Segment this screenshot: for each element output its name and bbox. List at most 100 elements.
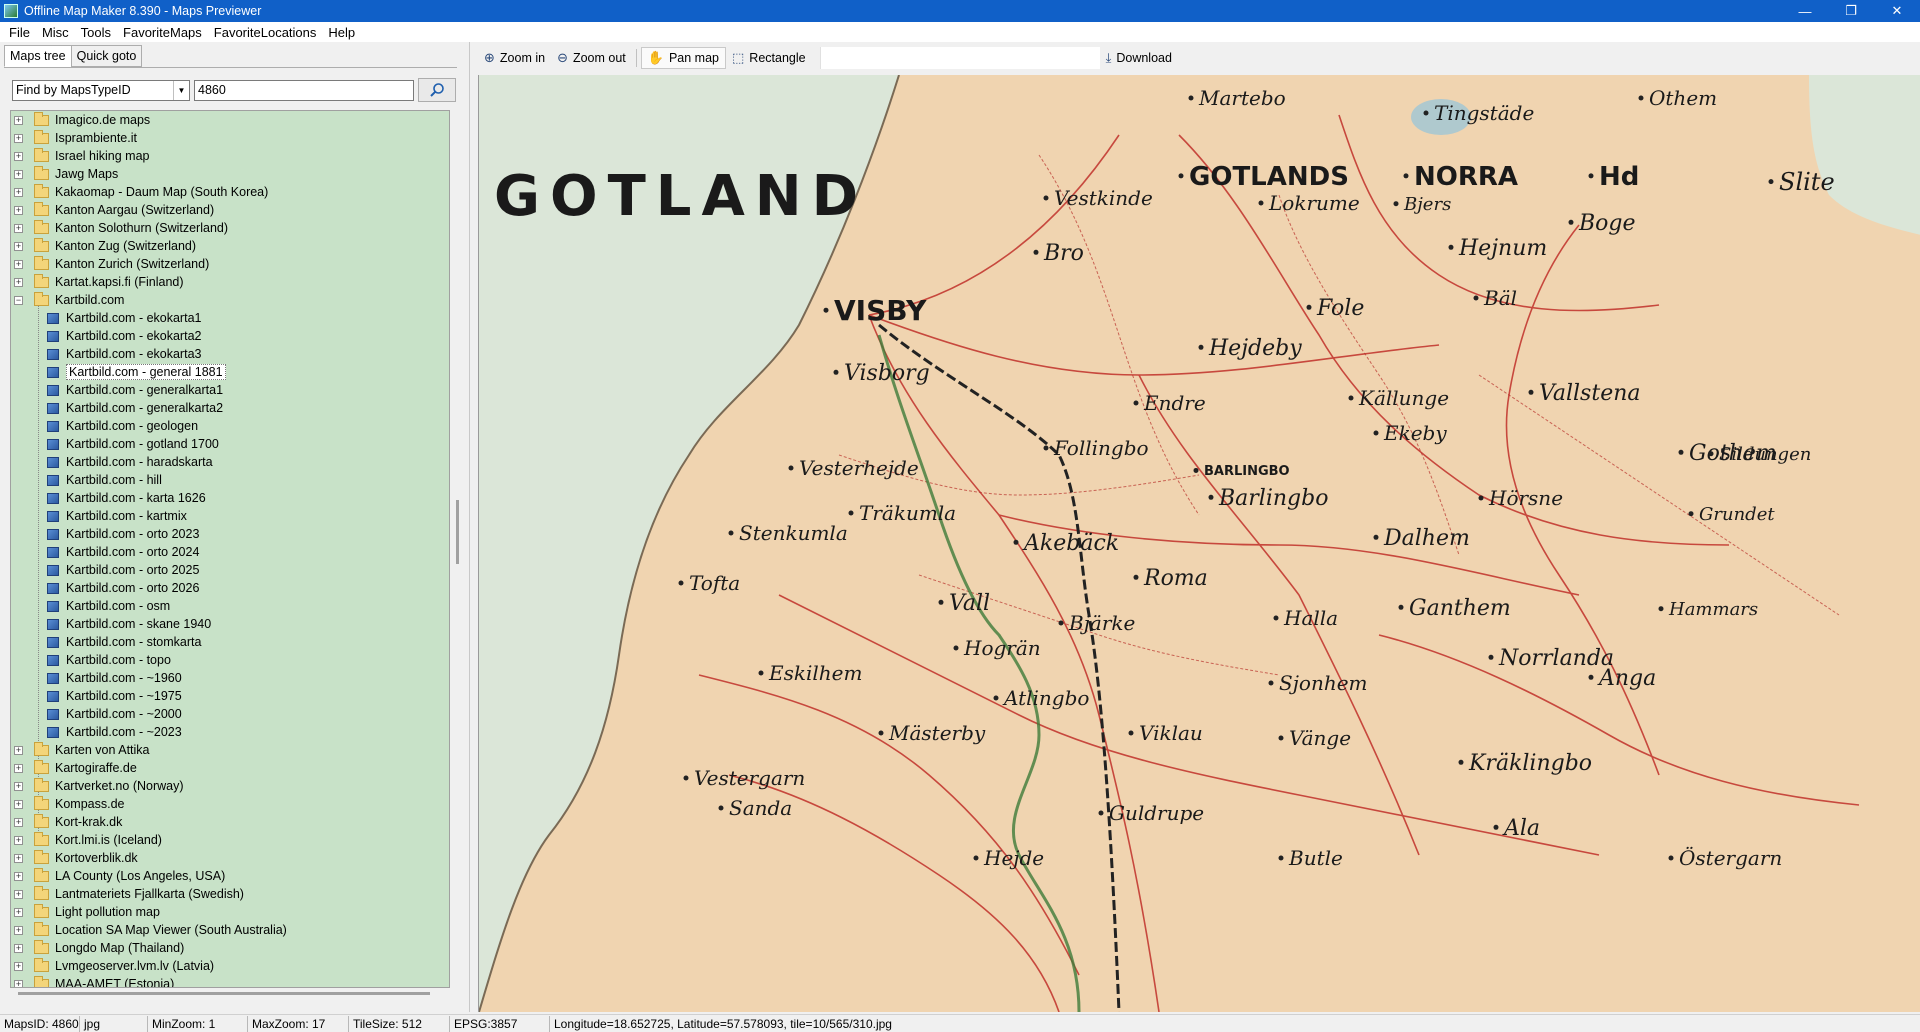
tree-map-item[interactable]: Kartbild.com - orto 2024 (11, 543, 449, 561)
tree-folder[interactable]: + Jawg Maps (11, 165, 449, 183)
tree-map-item[interactable]: Kartbild.com - ekokarta2 (11, 327, 449, 345)
tree-map-item[interactable]: Kartbild.com - hill (11, 471, 449, 489)
tree-folder[interactable]: + Kanton Zurich (Switzerland) (11, 255, 449, 273)
tree-map-item[interactable]: Kartbild.com - generalkarta2 (11, 399, 449, 417)
rectangle-button[interactable]: ⬚ Rectangle (726, 47, 812, 69)
tree-map-item[interactable]: Kartbild.com - ekokarta3 (11, 345, 449, 363)
tree-map-item[interactable]: Kartbild.com - general 1881 (11, 363, 449, 381)
expand-icon[interactable]: + (14, 961, 23, 971)
menu-file[interactable]: File (3, 25, 36, 40)
tree-folder[interactable]: + Kortoverblik.dk (11, 849, 449, 867)
expand-icon[interactable]: + (14, 781, 23, 791)
find-mode-select[interactable]: Find by MapsTypeID ▼ (12, 79, 190, 101)
expand-icon[interactable]: + (14, 169, 23, 179)
expand-icon[interactable]: + (14, 763, 23, 773)
find-button[interactable] (418, 78, 456, 102)
scrollbar-thumb[interactable] (456, 500, 459, 564)
close-button[interactable]: ✕ (1874, 0, 1920, 22)
tree-folder[interactable]: + MAA-AMET (Estonia) (11, 975, 449, 987)
tree-map-item[interactable]: Kartbild.com - ~1975 (11, 687, 449, 705)
chevron-down-icon[interactable]: ▼ (173, 80, 189, 100)
expand-icon[interactable]: + (14, 223, 23, 233)
expand-icon[interactable]: + (14, 943, 23, 953)
tree-folder[interactable]: + Kort.lmi.is (Iceland) (11, 831, 449, 849)
expand-icon[interactable]: + (14, 241, 23, 251)
tree-map-item[interactable]: Kartbild.com - skane 1940 (11, 615, 449, 633)
tab-quick-goto[interactable]: Quick goto (70, 45, 143, 67)
tree-folder[interactable]: + Kanton Aargau (Switzerland) (11, 201, 449, 219)
expand-icon[interactable]: + (14, 277, 23, 287)
tree-map-item[interactable]: Kartbild.com - ~2023 (11, 723, 449, 741)
tree-map-item[interactable]: Kartbild.com - haradskarta (11, 453, 449, 471)
maximize-button[interactable]: ❐ (1828, 0, 1874, 22)
map-canvas[interactable]: GOTLAND GOTLANDS NORRA Hd VISBY Martebo Tings… (479, 75, 1920, 1012)
expand-icon[interactable]: + (14, 835, 23, 845)
tree-map-item[interactable]: Kartbild.com - orto 2025 (11, 561, 449, 579)
tree-folder[interactable]: + Imagico.de maps (11, 111, 449, 129)
tree-folder[interactable]: + Lvmgeoserver.lvm.lv (Latvia) (11, 957, 449, 975)
tree-folder[interactable]: + Lantmateriets Fjallkarta (Swedish) (11, 885, 449, 903)
zoom-in-button[interactable]: ⊕ Zoom in (478, 47, 551, 69)
expand-icon[interactable]: + (14, 817, 23, 827)
expand-icon[interactable]: + (14, 853, 23, 863)
expand-icon[interactable]: + (14, 133, 23, 143)
tree-folder[interactable]: − Kartbild.com (11, 291, 449, 309)
menu-misc[interactable]: Misc (36, 25, 75, 40)
tree-map-item[interactable]: Kartbild.com - topo (11, 651, 449, 669)
tree-folder[interactable]: + Kompass.de (11, 795, 449, 813)
menu-help[interactable]: Help (322, 25, 361, 40)
tree-map-item[interactable]: Kartbild.com - gotland 1700 (11, 435, 449, 453)
expand-icon[interactable]: + (14, 259, 23, 269)
tree-folder[interactable]: + Kartverket.no (Norway) (11, 777, 449, 795)
tree-folder[interactable]: + Kakaomap - Daum Map (South Korea) (11, 183, 449, 201)
tree-folder[interactable]: + Longdo Map (Thailand) (11, 939, 449, 957)
collapse-icon[interactable]: − (14, 295, 23, 305)
expand-icon[interactable]: + (14, 925, 23, 935)
minimize-button[interactable]: — (1782, 0, 1828, 22)
zoom-out-button[interactable]: ⊖ Zoom out (551, 47, 632, 69)
find-input[interactable] (194, 79, 414, 101)
tree-folder[interactable]: + Light pollution map (11, 903, 449, 921)
pan-map-button[interactable]: ✋ Pan map (640, 47, 726, 69)
tree-map-item[interactable]: Kartbild.com - kartmix (11, 507, 449, 525)
tree-folder[interactable]: + Kartogiraffe.de (11, 759, 449, 777)
tree-folder[interactable]: + Kanton Zug (Switzerland) (11, 237, 449, 255)
menu-favorite-locations[interactable]: FavoriteLocations (208, 25, 323, 40)
tree-map-item[interactable]: Kartbild.com - karta 1626 (11, 489, 449, 507)
download-button[interactable]: ⤓ Download (1100, 47, 1178, 69)
expand-icon[interactable]: + (14, 907, 23, 917)
tree-folder[interactable]: + Kanton Solothurn (Switzerland) (11, 219, 449, 237)
tree-map-item[interactable]: Kartbild.com - ~1960 (11, 669, 449, 687)
tree-folder[interactable]: + Location SA Map Viewer (South Australia… (11, 921, 449, 939)
scrollbar-thumb[interactable] (18, 992, 430, 995)
tree-folder[interactable]: + Kartat.kapsi.fi (Finland) (11, 273, 449, 291)
tab-maps-tree[interactable]: Maps tree (4, 45, 72, 67)
tree-map-item[interactable]: Kartbild.com - stomkarta (11, 633, 449, 651)
tree-map-item[interactable]: Kartbild.com - osm (11, 597, 449, 615)
expand-icon[interactable]: + (14, 979, 23, 987)
tree-vertical-scrollbar[interactable] (454, 110, 466, 988)
expand-icon[interactable]: + (14, 745, 23, 755)
expand-icon[interactable]: + (14, 889, 23, 899)
menu-tools[interactable]: Tools (75, 25, 117, 40)
tree-map-item[interactable]: Kartbild.com - orto 2023 (11, 525, 449, 543)
tree-map-item[interactable]: Kartbild.com - ~2000 (11, 705, 449, 723)
tree-folder[interactable]: + Kort-krak.dk (11, 813, 449, 831)
expand-icon[interactable]: + (14, 799, 23, 809)
tree-folder[interactable]: + LA County (Los Angeles, USA) (11, 867, 449, 885)
expand-icon[interactable]: + (14, 871, 23, 881)
map-view[interactable]: GOTLAND GOTLANDS NORRA Hd VISBY Martebo Tings… (478, 75, 1920, 1012)
tree-folder[interactable]: + Israel hiking map (11, 147, 449, 165)
tree-map-item[interactable]: Kartbild.com - orto 2026 (11, 579, 449, 597)
tree-folder[interactable]: + Isprambiente.it (11, 129, 449, 147)
tree-map-item[interactable]: Kartbild.com - geologen (11, 417, 449, 435)
expand-icon[interactable]: + (14, 151, 23, 161)
menu-favorite-maps[interactable]: FavoriteMaps (117, 25, 208, 40)
expand-icon[interactable]: + (14, 115, 23, 125)
tree-map-item[interactable]: Kartbild.com - generalkarta1 (11, 381, 449, 399)
maps-tree[interactable]: + Imagico.de maps + Isprambiente.it + Israel … (10, 110, 450, 988)
expand-icon[interactable]: + (14, 205, 23, 215)
expand-icon[interactable]: + (14, 187, 23, 197)
tree-horizontal-scrollbar[interactable] (10, 988, 454, 1000)
tree-map-item[interactable]: Kartbild.com - ekokarta1 (11, 309, 449, 327)
